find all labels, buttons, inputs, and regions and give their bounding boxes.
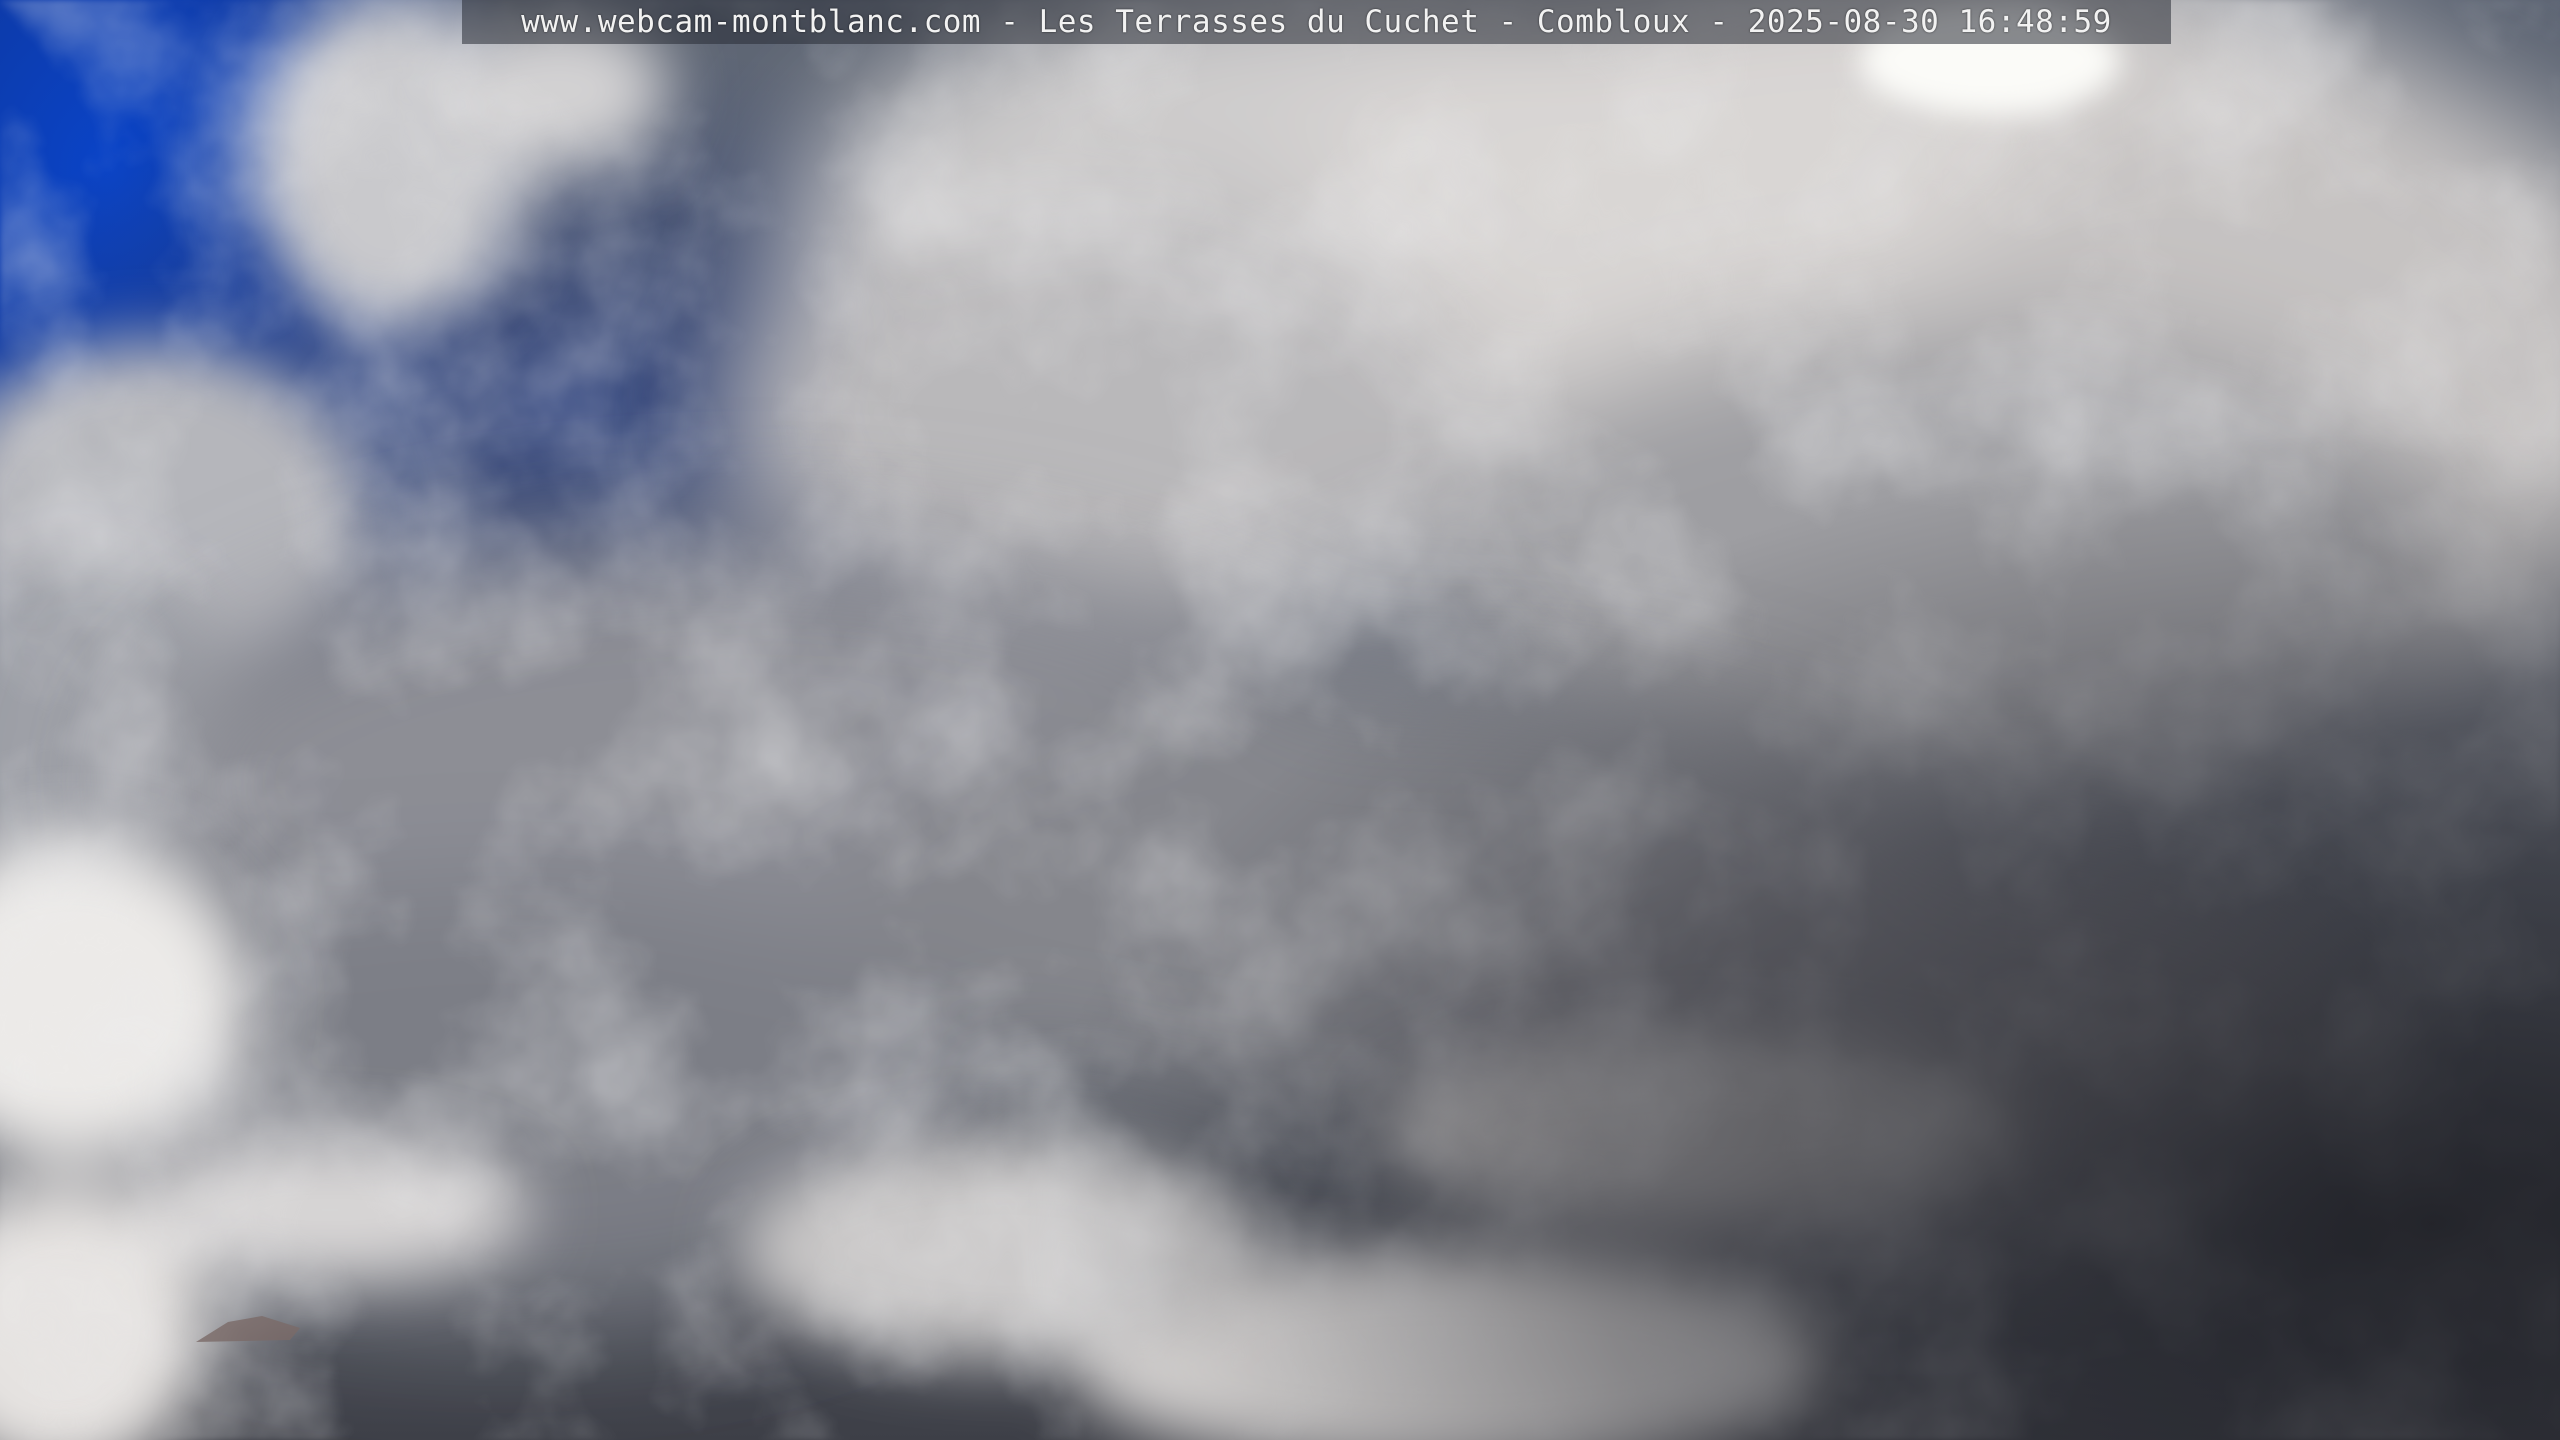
storm-shadow — [0, 0, 2560, 1440]
webcam-caption-bar: www.webcam-montblanc.com - Les Terrasses… — [462, 0, 2171, 44]
caption-sep-3: - — [1690, 4, 1748, 40]
webcam-caption: www.webcam-montblanc.com - Les Terrasses… — [521, 4, 2112, 40]
caption-town: Combloux — [1536, 4, 1691, 40]
caption-location: Les Terrasses du Cuchet — [1038, 4, 1480, 40]
caption-sep-2: - — [1479, 4, 1537, 40]
caption-time: 16:48:59 — [1958, 4, 2112, 40]
caption-date: 2025-08-30 — [1747, 4, 1940, 40]
cloud-sky-scene — [0, 0, 2560, 1440]
webcam-image: www.webcam-montblanc.com - Les Terrasses… — [0, 0, 2560, 1440]
caption-site: www.webcam-montblanc.com — [521, 4, 982, 40]
caption-sep-1: - — [981, 4, 1039, 40]
